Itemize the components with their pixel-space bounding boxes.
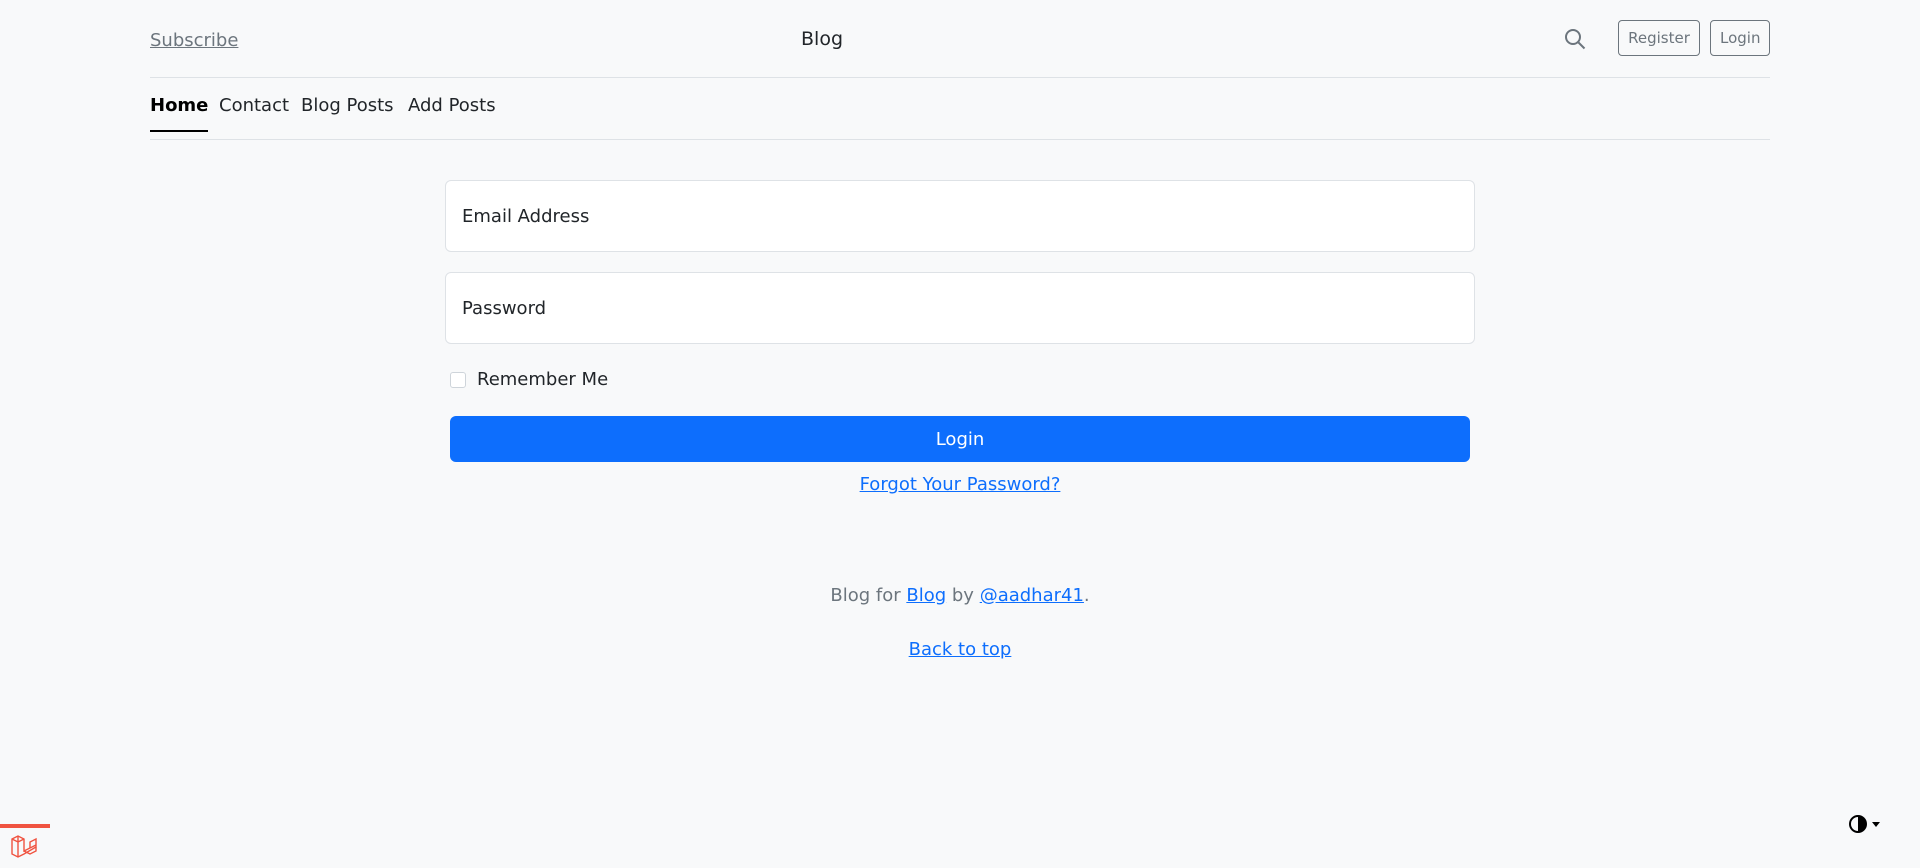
login-form: Remember Me Login Forgot Your Password?: [445, 180, 1475, 495]
nav-item-add-posts[interactable]: Add Posts: [408, 95, 496, 130]
nav-item-home[interactable]: Home: [150, 95, 209, 132]
forgot-password-link[interactable]: Forgot Your Password?: [445, 474, 1475, 495]
laravel-logo-icon: [11, 835, 37, 858]
remember-me-checkbox[interactable]: [450, 372, 466, 388]
theme-toggle[interactable]: [1848, 812, 1884, 836]
footer-suffix: .: [1083, 585, 1090, 606]
back-to-top-link[interactable]: Back to top: [0, 639, 1920, 660]
submit-login-button[interactable]: Login: [450, 416, 1470, 462]
main-nav: Home Contact Blog Posts Add Posts: [150, 77, 1770, 140]
chevron-down-icon: [1872, 822, 1880, 827]
nav-item-blog-posts[interactable]: Blog Posts: [301, 95, 394, 130]
email-field[interactable]: [446, 181, 1474, 251]
remember-me-row: Remember Me: [445, 364, 1475, 394]
email-field-wrapper: [445, 180, 1475, 252]
password-field-wrapper: [445, 272, 1475, 344]
register-button[interactable]: Register: [1618, 20, 1700, 56]
site-header: Subscribe Blog Register Login: [150, 0, 1770, 78]
search-icon[interactable]: [1563, 27, 1587, 51]
footer-by-text: by: [951, 585, 974, 606]
laravel-debugbar-toggle[interactable]: [0, 824, 50, 868]
site-footer: Blog for Blog by @aadhar41.: [0, 585, 1920, 606]
footer-prefix: Blog for: [830, 585, 901, 606]
nav-item-contact[interactable]: Contact: [219, 95, 289, 130]
contrast-icon: [1849, 815, 1880, 833]
site-brand[interactable]: Blog: [150, 28, 1494, 50]
password-field[interactable]: [446, 273, 1474, 343]
footer-blog-link[interactable]: Blog: [906, 585, 946, 606]
login-button[interactable]: Login: [1710, 20, 1770, 56]
remember-me-label[interactable]: Remember Me: [477, 369, 608, 390]
footer-author-link[interactable]: @aadhar41: [980, 585, 1084, 606]
